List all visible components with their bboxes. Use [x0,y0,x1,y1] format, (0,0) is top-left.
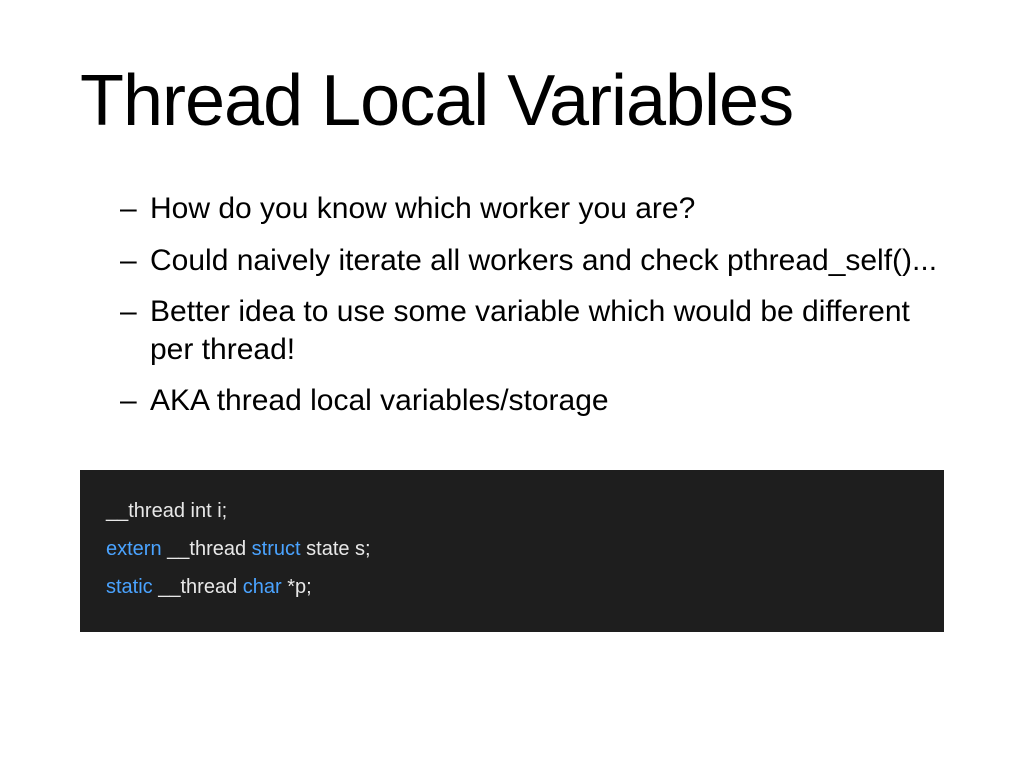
bullet-text: Better idea to use some variable which w… [150,293,944,368]
bullet-text: AKA thread local variables/storage [150,382,944,420]
code-keyword: char [243,576,282,598]
code-line: static __thread char *p; [106,568,918,606]
list-item: – Better idea to use some variable which… [120,293,944,368]
code-keyword: extern [106,538,162,560]
code-text: __thread [153,576,243,598]
slide-title: Thread Local Variables [80,60,944,142]
dash-icon: – [120,242,150,280]
code-text: *p; [282,576,312,598]
code-text: __thread int i; [106,500,227,522]
code-line: __thread int i; [106,492,918,530]
bullet-list: – How do you know which worker you are? … [120,190,944,420]
code-keyword: struct [252,538,301,560]
code-text: __thread [162,538,252,560]
code-line: extern __thread struct state s; [106,530,918,568]
list-item: – Could naively iterate all workers and … [120,242,944,280]
bullet-text: Could naively iterate all workers and ch… [150,242,944,280]
dash-icon: – [120,190,150,228]
code-text: state s; [301,538,371,560]
bullet-text: How do you know which worker you are? [150,190,944,228]
code-keyword: static [106,576,153,598]
code-block: __thread int i; extern __thread struct s… [80,470,944,632]
list-item: – AKA thread local variables/storage [120,382,944,420]
dash-icon: – [120,382,150,420]
dash-icon: – [120,293,150,368]
list-item: – How do you know which worker you are? [120,190,944,228]
slide: Thread Local Variables – How do you know… [0,0,1024,768]
